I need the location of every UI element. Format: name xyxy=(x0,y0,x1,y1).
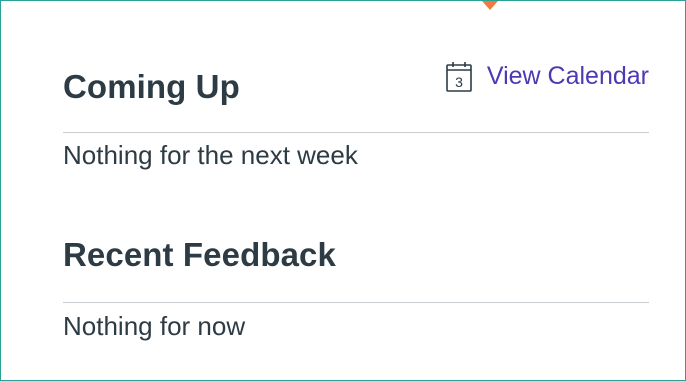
view-calendar-link[interactable]: 3 View Calendar xyxy=(445,60,649,93)
view-calendar-label[interactable]: View Calendar xyxy=(487,62,649,91)
calendar-icon: 3 xyxy=(445,60,473,93)
calendar-icon-day: 3 xyxy=(455,74,463,90)
coming-up-divider xyxy=(63,132,649,133)
coming-up-header: Coming Up 3 View Calendar xyxy=(63,56,649,131)
recent-feedback-section: Recent Feedback Nothing for now xyxy=(63,233,649,341)
recent-feedback-divider xyxy=(63,302,649,303)
recent-feedback-title: Recent Feedback xyxy=(63,236,336,273)
coming-up-section: Coming Up 3 View Calendar Nothing for th… xyxy=(63,56,649,170)
notch-indicator xyxy=(482,1,498,10)
sidebar-panel: Coming Up 3 View Calendar Nothing for th… xyxy=(0,0,686,381)
recent-feedback-header: Recent Feedback xyxy=(63,233,649,301)
coming-up-title: Coming Up xyxy=(63,68,240,105)
recent-feedback-empty-text: Nothing for now xyxy=(63,311,246,341)
coming-up-empty-text: Nothing for the next week xyxy=(63,140,358,170)
